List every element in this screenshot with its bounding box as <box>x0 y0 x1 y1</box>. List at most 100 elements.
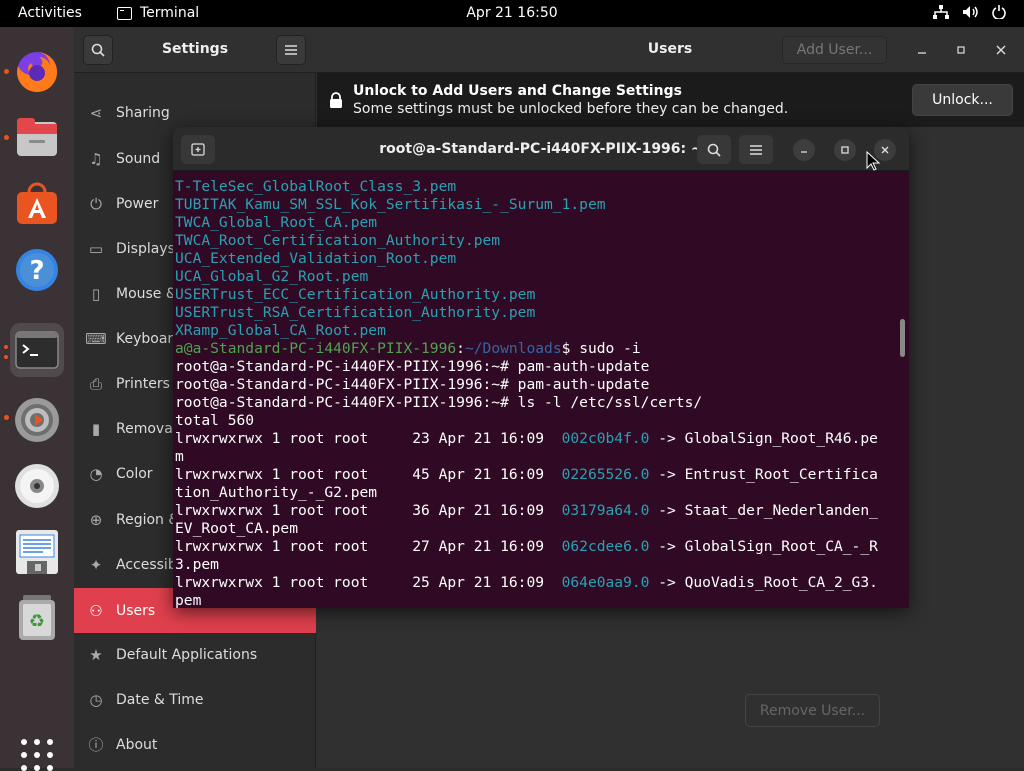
unlock-button[interactable]: Unlock... <box>912 84 1013 116</box>
add-user-button[interactable]: Add User... <box>782 36 887 64</box>
minimize-button[interactable] <box>913 41 931 59</box>
power-icon <box>992 5 1006 19</box>
terminal-maximize-button[interactable] <box>834 139 856 161</box>
terminal-text: TUBITAK_Kamu_SM_SSL_Kok_Sertifikasi_-_Su… <box>175 196 606 213</box>
terminal-window: root@a-Standard-PC-i440FX-PIIX-1996: ~ T… <box>173 127 909 608</box>
terminal-text: USERTrust_RSA_Certification_Authority.pe… <box>175 304 536 321</box>
banner-title: Unlock to Add Users and Change Settings <box>353 83 682 99</box>
terminal-text: m <box>175 448 184 465</box>
terminal-icon <box>15 331 59 369</box>
terminal-menu-button[interactable] <box>739 135 773 164</box>
sidebar-item-default-applications[interactable]: ★ Default Applications <box>74 632 316 677</box>
terminal-line: a@a-Standard-PC-i440FX-PIIX-1996:~/Downl… <box>175 340 641 358</box>
dock-disc[interactable] <box>10 459 64 513</box>
terminal-line: USERTrust_ECC_Certification_Authority.pe… <box>175 286 535 304</box>
unlock-banner: Unlock to Add Users and Change Settings … <box>317 73 1024 127</box>
display-icon: ▭ <box>88 239 104 258</box>
sidebar-item-label: Keyboar <box>116 330 174 347</box>
terminal-line: EV_Root_CA.pem <box>175 520 298 538</box>
terminal-text: ~/Downloads <box>464 340 562 357</box>
sidebar-item-label: Printers <box>116 375 170 392</box>
sidebar-item-label: Users <box>116 602 156 619</box>
system-tray[interactable] <box>933 5 1006 19</box>
app-name: Terminal <box>140 5 200 21</box>
app-menu[interactable]: Terminal <box>117 5 199 21</box>
terminal-text: lrwxrwxrwx 1 root root 36 Apr 21 16:09 <box>175 502 562 519</box>
terminal-line: lrwxrwxrwx 1 root root 45 Apr 21 16:09 0… <box>175 466 878 484</box>
remove-user-button[interactable]: Remove User... <box>745 694 880 727</box>
terminal-text: 03179a64.0 <box>561 502 650 519</box>
terminal-line: UCA_Global_G2_Root.pem <box>175 268 368 286</box>
music-note-icon: ♫ <box>89 149 103 168</box>
removable-media-icon: ▮ <box>91 419 101 438</box>
printer-icon: ⎙ <box>89 374 102 393</box>
sidebar-item-label: About <box>116 736 158 753</box>
dock-firefox[interactable] <box>10 45 64 99</box>
close-button[interactable] <box>992 41 1010 59</box>
terminal-text: XRamp_Global_CA_Root.pem <box>175 322 386 339</box>
dock-text-editor[interactable] <box>10 525 64 579</box>
activities-button[interactable]: Activities <box>18 5 82 21</box>
sidebar-item-label: Date & Time <box>116 691 204 708</box>
terminal-line: root@a-Standard-PC-i440FX-PIIX-1996:~# l… <box>175 394 702 412</box>
sidebar-item-label: Region & <box>116 511 180 528</box>
keyboard-icon: ⌨ <box>85 329 107 348</box>
sidebar-item-label: Sharing <box>116 104 170 121</box>
dock-files[interactable] <box>10 111 64 165</box>
running-indicator <box>4 415 9 420</box>
terminal-scrollbar[interactable] <box>900 319 905 357</box>
terminal-minimize-button[interactable] <box>793 139 815 161</box>
terminal-text: -> GlobalSign_Root_CA_-_R <box>649 538 878 555</box>
dock-trash[interactable]: ♻ <box>10 591 64 645</box>
clock-icon: ◷ <box>89 690 103 709</box>
terminal-line: total 560 <box>175 412 254 430</box>
terminal-line: root@a-Standard-PC-i440FX-PIIX-1996:~# p… <box>175 376 649 394</box>
dock-settings[interactable] <box>10 393 64 447</box>
show-applications-button[interactable] <box>21 739 53 771</box>
terminal-text: 002c0b4f.0 <box>561 430 650 447</box>
terminal-text: 062cdee6.0 <box>561 538 650 555</box>
info-icon: ⓘ <box>88 736 104 754</box>
power-icon: ⏻ <box>90 194 102 213</box>
terminal-line: lrwxrwxrwx 1 root root 23 Apr 21 16:09 0… <box>175 430 878 448</box>
clock[interactable]: Apr 21 16:50 <box>466 5 557 21</box>
trash-icon: ♻ <box>19 595 55 640</box>
sidebar-item-label: Power <box>116 195 159 212</box>
dock: ? ♻ <box>0 27 74 771</box>
lock-icon <box>330 92 342 108</box>
menu-button[interactable] <box>276 35 306 65</box>
close-icon <box>881 146 889 154</box>
terminal-app-icon <box>117 6 132 20</box>
sidebar-item-date-time[interactable]: ◷ Date & Time <box>74 677 316 722</box>
dock-help[interactable]: ? <box>10 243 64 297</box>
terminal-text: root@a-Standard-PC-i440FX-PIIX-1996:~# l… <box>175 394 703 411</box>
terminal-text: : <box>456 340 465 357</box>
software-icon <box>17 182 57 224</box>
maximize-icon <box>957 46 965 54</box>
terminal-output[interactable]: T-TeleSec_GlobalRoot_Class_3.pem TUBITAK_… <box>173 171 909 608</box>
terminal-text: tion_Authority_-_G2.pem <box>175 484 378 501</box>
running-indicator <box>4 355 8 359</box>
terminal-text: total 560 <box>175 412 255 429</box>
terminal-text: -> Entrust_Root_Certifica <box>649 466 878 483</box>
maximize-button[interactable] <box>952 41 970 59</box>
terminal-text: 3.pem <box>175 556 219 573</box>
minimize-icon <box>801 151 807 153</box>
globe-icon: ⊕ <box>89 510 103 529</box>
terminal-search-button[interactable] <box>697 135 731 164</box>
terminal-line: TUBITAK_Kamu_SM_SSL_Kok_Sertifikasi_-_Su… <box>175 196 606 214</box>
dock-terminal[interactable] <box>10 323 64 377</box>
sidebar-item-label: Sound <box>116 150 161 167</box>
terminal-text: 064e0aa9.0 <box>561 574 650 591</box>
mouse-pointer-icon <box>866 151 880 171</box>
terminal-line: lrwxrwxrwx 1 root root 25 Apr 21 16:09 0… <box>175 574 878 592</box>
users-icon: ⚇ <box>89 601 103 620</box>
terminal-text: lrwxrwxrwx 1 root root 45 Apr 21 16:09 <box>175 466 562 483</box>
svg-text:♻: ♻ <box>29 611 45 632</box>
dock-software[interactable] <box>10 177 64 231</box>
network-icon <box>933 5 949 19</box>
share-icon: ⋖ <box>89 103 103 122</box>
minimize-icon <box>918 52 926 54</box>
terminal-text: root@a-Standard-PC-i440FX-PIIX-1996:~# p… <box>175 358 650 375</box>
sidebar-item-about[interactable]: ⓘ About <box>74 722 316 767</box>
